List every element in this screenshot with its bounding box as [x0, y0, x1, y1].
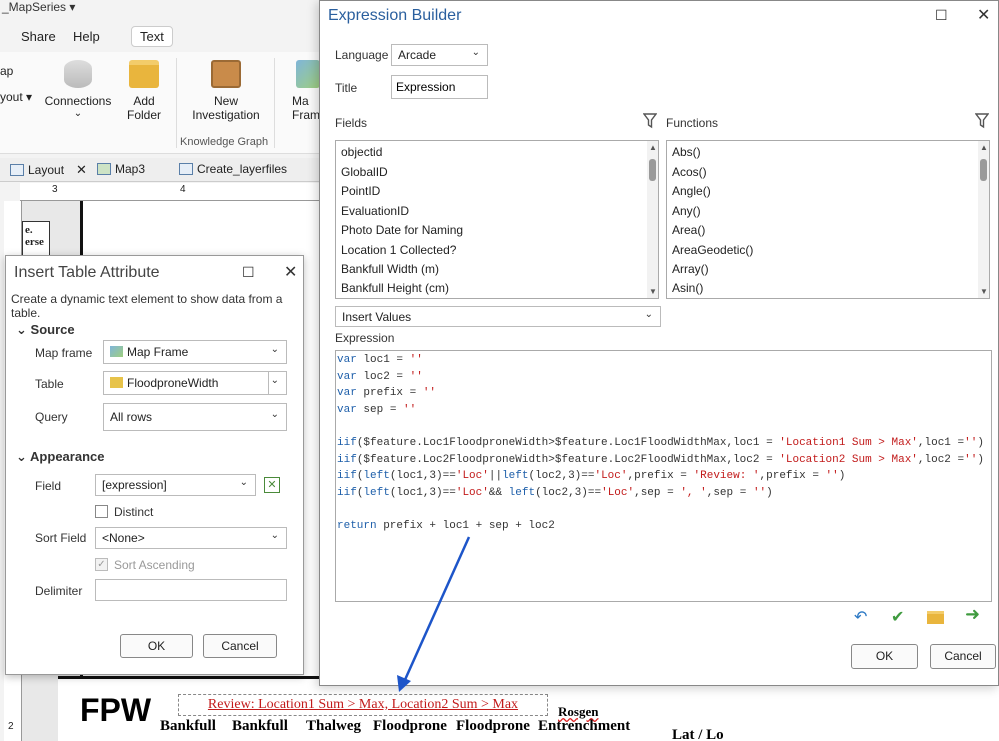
annotation-arrow	[397, 536, 471, 692]
